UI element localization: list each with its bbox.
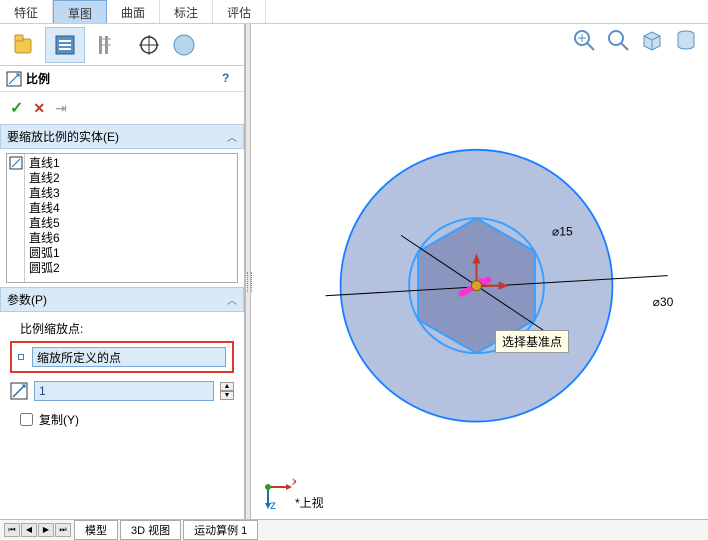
tab-sketch[interactable]: 草图 bbox=[53, 0, 107, 23]
list-item[interactable]: 直线5 bbox=[29, 216, 233, 231]
sketch-canvas[interactable]: ⌀15 ⌀30 bbox=[245, 24, 708, 517]
bottom-tabs: ⏮ ◀ ▶ ⏭ 模型 3D 视图 运动算例 1 bbox=[0, 519, 708, 539]
scale-factor-icon bbox=[10, 382, 28, 400]
scale-factor-row: ▲ ▼ bbox=[10, 381, 234, 401]
ok-button[interactable]: ✓ bbox=[10, 98, 23, 118]
spin-up[interactable]: ▲ bbox=[220, 382, 234, 391]
list-item[interactable]: 圆弧1 bbox=[29, 246, 233, 261]
list-item[interactable]: 直线4 bbox=[29, 201, 233, 216]
tab-model[interactable]: 模型 bbox=[74, 520, 118, 540]
point-input[interactable] bbox=[32, 347, 226, 367]
entities-label: 要缩放比例的实体(E) bbox=[7, 128, 119, 145]
property-manager-icon[interactable] bbox=[45, 27, 85, 63]
splitter[interactable] bbox=[245, 24, 251, 519]
nav-last[interactable]: ⏭ bbox=[55, 523, 71, 537]
params-body: 比例缩放点: ▲ ▼ 复制(Y) bbox=[0, 312, 244, 434]
svg-text:x: x bbox=[292, 475, 296, 488]
cancel-button[interactable]: ✕ bbox=[33, 100, 45, 117]
scale-spinner: ▲ ▼ bbox=[220, 382, 234, 400]
entity-listbox[interactable]: 直线1 直线2 直线3 直线4 直线5 直线6 圆弧1 圆弧2 bbox=[6, 153, 238, 283]
list-item[interactable]: 直线2 bbox=[29, 171, 233, 186]
tab-annotate[interactable]: 标注 bbox=[160, 0, 213, 23]
scale-point-label: 比例缩放点: bbox=[20, 320, 234, 337]
spin-down[interactable]: ▼ bbox=[220, 391, 234, 400]
tooltip: 选择基准点 bbox=[495, 330, 569, 353]
params-label: 参数(P) bbox=[7, 291, 47, 308]
point-selection-highlight bbox=[10, 341, 234, 373]
svg-text:z: z bbox=[270, 498, 276, 511]
scale-icon bbox=[6, 71, 22, 87]
list-item[interactable]: 圆弧2 bbox=[29, 261, 233, 276]
scale-factor-input[interactable] bbox=[34, 381, 214, 401]
property-panel: 比例 ? ✓ ✕ ⇥ 要缩放比例的实体(E) ︿ 直线1 直线2 直线3 直线4… bbox=[0, 24, 245, 519]
nav-prev[interactable]: ◀ bbox=[21, 523, 37, 537]
dim-d30: ⌀30 bbox=[653, 295, 674, 309]
list-item[interactable]: 直线1 bbox=[29, 156, 233, 171]
copy-checkbox[interactable] bbox=[20, 413, 33, 426]
tab-motion[interactable]: 运动算例 1 bbox=[183, 520, 258, 540]
orientation-triad: x z bbox=[260, 475, 296, 511]
copy-label: 复制(Y) bbox=[39, 411, 79, 428]
entities-header[interactable]: 要缩放比例的实体(E) ︿ bbox=[0, 124, 244, 149]
list-item[interactable]: 直线3 bbox=[29, 186, 233, 201]
tab-surface[interactable]: 曲面 bbox=[107, 0, 160, 23]
chevron-up-icon: ︿ bbox=[227, 292, 237, 307]
display-manager-icon[interactable] bbox=[171, 27, 197, 63]
point-bullet-icon bbox=[18, 354, 24, 360]
command-title: 比例 bbox=[26, 70, 222, 87]
nav-next[interactable]: ▶ bbox=[38, 523, 54, 537]
select-icon bbox=[9, 156, 23, 170]
tab-3dview[interactable]: 3D 视图 bbox=[120, 520, 181, 540]
panel-toolbar bbox=[0, 24, 244, 66]
command-title-row: 比例 ? bbox=[0, 66, 244, 92]
nav-first[interactable]: ⏮ bbox=[4, 523, 20, 537]
command-tabs: 特征 草图 曲面 标注 评估 bbox=[0, 0, 708, 24]
pin-button[interactable]: ⇥ bbox=[55, 100, 67, 117]
view-label: *上视 bbox=[295, 494, 324, 511]
config-manager-icon[interactable] bbox=[87, 27, 127, 63]
tab-feature[interactable]: 特征 bbox=[0, 0, 53, 23]
feature-manager-icon[interactable] bbox=[3, 27, 43, 63]
entity-gutter bbox=[7, 154, 25, 282]
tab-evaluate[interactable]: 评估 bbox=[213, 0, 266, 23]
viewport[interactable]: ⌀15 ⌀30 选择基准点 bbox=[245, 24, 708, 519]
chevron-up-icon: ︿ bbox=[227, 129, 237, 144]
list-item[interactable]: 直线6 bbox=[29, 231, 233, 246]
help-icon[interactable]: ? bbox=[222, 71, 238, 87]
copy-row: 复制(Y) bbox=[20, 411, 234, 428]
dimxpert-icon[interactable] bbox=[129, 27, 169, 63]
entity-list: 直线1 直线2 直线3 直线4 直线5 直线6 圆弧1 圆弧2 bbox=[25, 154, 237, 282]
params-header[interactable]: 参数(P) ︿ bbox=[0, 287, 244, 312]
dim-d15: ⌀15 bbox=[552, 224, 573, 238]
action-row: ✓ ✕ ⇥ bbox=[0, 92, 244, 124]
